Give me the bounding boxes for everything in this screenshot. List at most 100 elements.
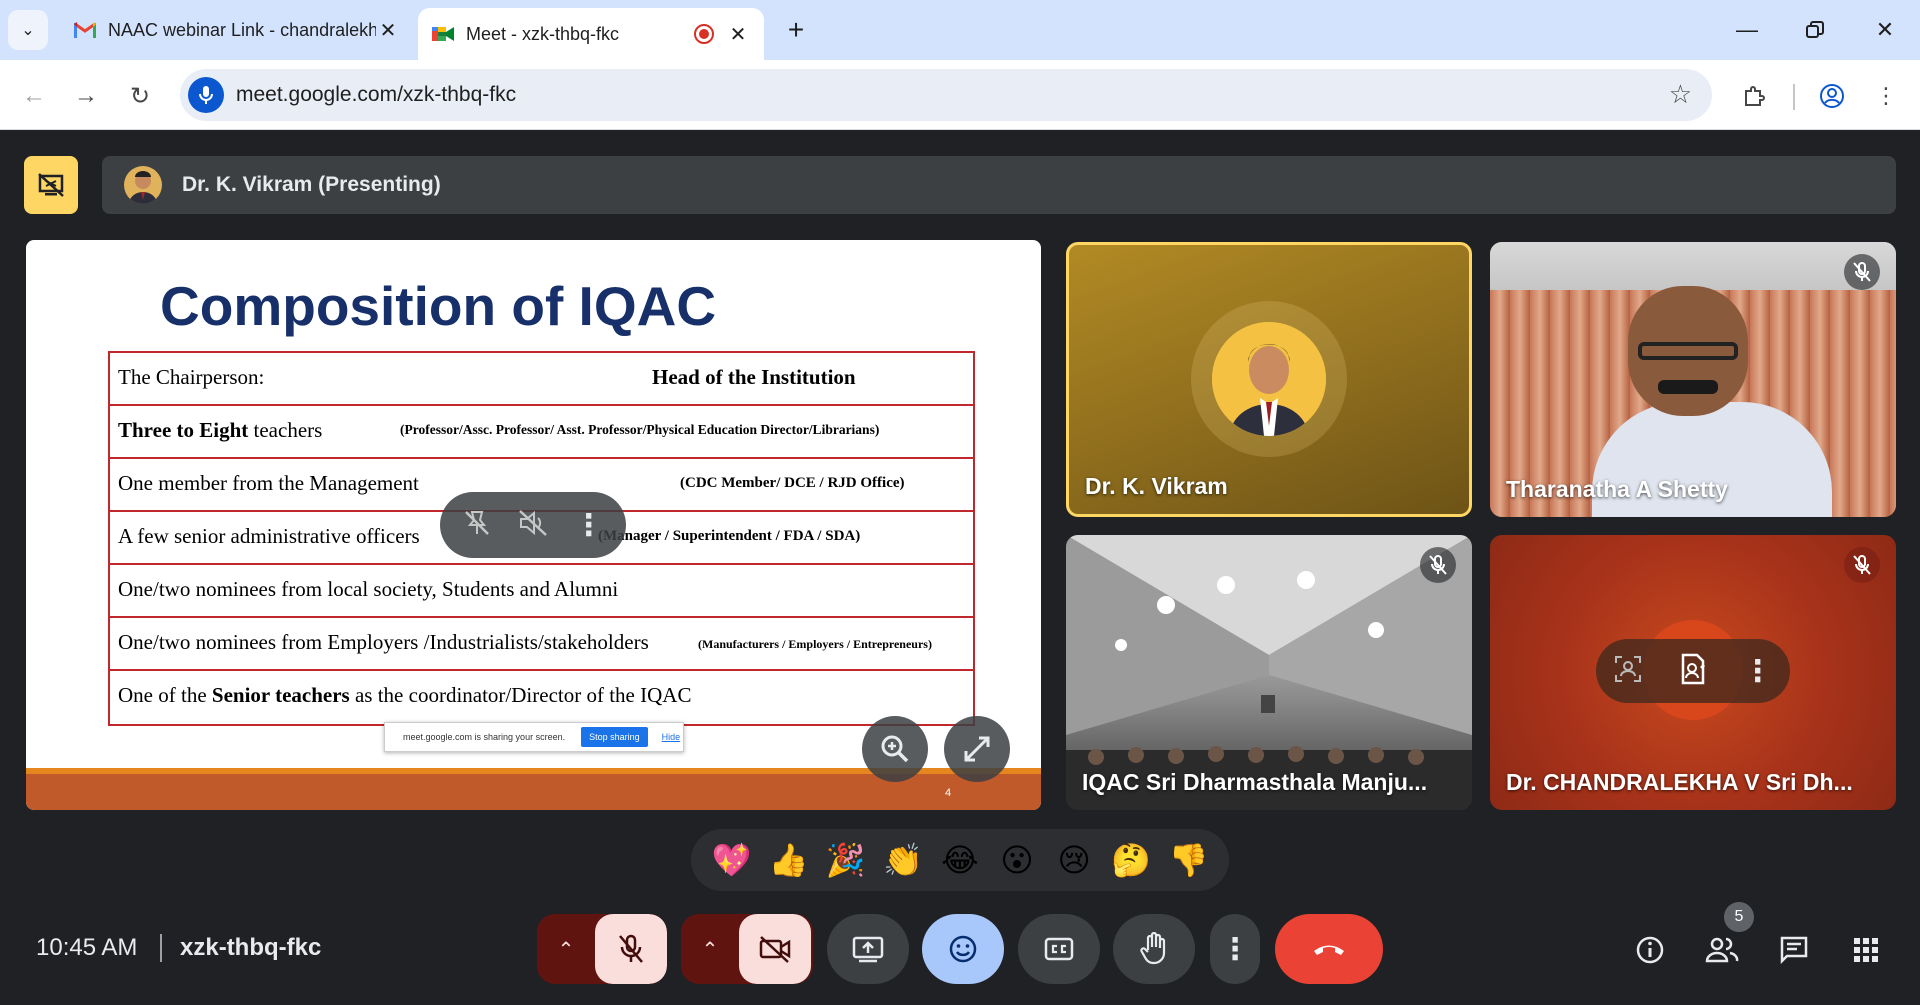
row-left: Three to Eight teachers: [118, 418, 322, 443]
chevron-down-icon: ⌄: [21, 22, 35, 39]
forward-button[interactable]: →: [66, 76, 106, 116]
reaction-surprised[interactable]: 😮: [993, 841, 1041, 879]
participant-tile[interactable]: Dr. K. Vikram: [1066, 242, 1472, 517]
bookmark-star-icon[interactable]: ☆: [1669, 79, 1692, 110]
back-button[interactable]: ←: [14, 76, 54, 116]
call-end-icon: [1314, 945, 1344, 955]
present-to-all-icon: [852, 936, 884, 963]
zoom-in-icon: [881, 735, 909, 763]
row-right: (CDC Member/ DCE / RJD Office): [680, 475, 905, 491]
address-bar[interactable]: meet.google.com/xzk-thbq-fkc ☆: [180, 69, 1712, 121]
apps-grid-icon: [1854, 938, 1878, 962]
audio-settings-button[interactable]: ⌃: [537, 914, 595, 984]
bottom-divider: [160, 934, 162, 962]
tab-gmail[interactable]: NAAC webinar Link - chandralekha ✕: [60, 8, 414, 52]
participant-name: IQAC Sri Dharmasthala Manju...: [1082, 769, 1428, 795]
reload-button[interactable]: ↻: [120, 76, 160, 116]
reaction-party-popper[interactable]: 🎉: [822, 841, 870, 879]
unpin-icon[interactable]: [462, 508, 492, 543]
minimize-button[interactable]: —: [1724, 10, 1770, 50]
chat-button[interactable]: [1774, 930, 1814, 970]
participant-name: Dr. K. Vikram: [1085, 473, 1228, 499]
chevron-up-icon: ⌃: [557, 938, 575, 961]
restore-button[interactable]: [1792, 10, 1838, 50]
camera-control: ⌃: [681, 914, 813, 984]
extensions-button[interactable]: [1734, 76, 1774, 116]
reaction-sparkling-heart[interactable]: 💖: [708, 841, 756, 879]
reaction-laughing[interactable]: 😂: [936, 841, 984, 879]
more-vert-icon[interactable]: ⋮: [574, 508, 604, 543]
close-icon[interactable]: ✕: [376, 18, 400, 43]
row-right: (Manager / Superintendent / FDA / SDA): [598, 528, 861, 544]
captions-button[interactable]: [1018, 914, 1100, 984]
mic-off-icon: [1844, 547, 1880, 583]
activities-button[interactable]: [1846, 930, 1886, 970]
stop-presenting-badge[interactable]: [24, 156, 78, 214]
camera-off-icon: [759, 936, 791, 963]
close-window-button[interactable]: ✕: [1862, 10, 1908, 50]
slide-title: Composition of IQAC: [160, 275, 717, 337]
microphone-in-use-icon[interactable]: [188, 77, 224, 113]
participant-tile[interactable]: ⋮ Dr. CHANDRALEKHA V Sri Dh...: [1490, 535, 1896, 810]
google-meet-icon: [432, 24, 454, 44]
row-left-bold: Senior teachers: [211, 683, 350, 707]
chat-icon: [1780, 936, 1808, 965]
raise-hand-button[interactable]: [1113, 914, 1195, 984]
row-left-rest: as the coordinator/Director of the IQAC: [349, 683, 692, 707]
zoom-button[interactable]: [862, 716, 928, 782]
present-off-icon: [38, 173, 64, 197]
remove-from-call-icon[interactable]: [1678, 653, 1708, 690]
reaction-clapping[interactable]: 👏: [879, 841, 927, 879]
tab-meet[interactable]: Meet - xzk-thbq-fkc ✕: [418, 8, 764, 60]
video-settings-button[interactable]: ⌃: [681, 914, 739, 984]
meeting-code: xzk-thbq-fkc: [180, 934, 322, 961]
present-screen-button[interactable]: [827, 914, 909, 984]
mic-off-icon: [619, 934, 643, 963]
participant-name: Dr. CHANDRALEKHA V Sri Dh...: [1506, 769, 1853, 795]
tab-title: Meet - xzk-thbq-fkc: [466, 23, 620, 44]
reactions-button[interactable]: [922, 914, 1004, 984]
tile-hover-controls: ⋮: [440, 492, 626, 558]
gmail-icon: [74, 21, 96, 39]
volume-off-icon[interactable]: [517, 508, 549, 543]
frame-person-icon[interactable]: [1613, 654, 1643, 689]
profile-icon: [1820, 84, 1844, 108]
camera-toggle-button[interactable]: [739, 914, 811, 984]
reaction-crying[interactable]: 😢: [1050, 841, 1098, 879]
profile-button[interactable]: [1812, 76, 1852, 116]
fullscreen-button[interactable]: [944, 716, 1010, 782]
close-icon[interactable]: ✕: [726, 22, 750, 47]
mic-toggle-button[interactable]: [595, 914, 667, 984]
browser-tab-strip: ⌄ NAAC webinar Link - chandralekha ✕ Mee…: [0, 0, 1920, 60]
hand-icon: [1140, 932, 1166, 965]
reaction-thinking[interactable]: 🤔: [1107, 841, 1155, 879]
more-vert-icon[interactable]: ⋮: [1743, 654, 1773, 689]
screen-share-notice: meet.google.com is sharing your screen. …: [384, 722, 684, 752]
tab-search-button[interactable]: ⌄: [8, 10, 48, 50]
more-options-button[interactable]: ⋮: [1210, 914, 1260, 984]
presenter-label: Dr. K. Vikram (Presenting): [182, 173, 441, 196]
new-tab-button[interactable]: +: [778, 12, 814, 48]
info-icon: [1636, 936, 1664, 964]
hide-link[interactable]: Hide: [662, 732, 681, 742]
browser-menu-button[interactable]: ⋮: [1866, 76, 1906, 116]
shared-screen[interactable]: Composition of IQAC The Chairperson: Hea…: [26, 240, 1041, 810]
row-left: One of the Senior teachers as the coordi…: [118, 683, 691, 708]
stop-sharing-button[interactable]: Stop sharing: [581, 727, 648, 747]
chevron-up-icon: ⌃: [701, 938, 719, 961]
participant-name: Tharanatha A Shetty: [1506, 476, 1728, 502]
row-right: Head of the Institution: [652, 365, 856, 389]
reaction-thumbs-down[interactable]: 👎: [1164, 841, 1212, 879]
reaction-thumbs-up[interactable]: 👍: [765, 841, 813, 879]
people-icon: [1705, 937, 1739, 963]
arrow-right-icon: →: [74, 82, 98, 109]
people-button[interactable]: [1702, 930, 1742, 970]
presenting-banner: Dr. K. Vikram (Presenting): [102, 156, 1896, 214]
leave-call-button[interactable]: [1275, 914, 1383, 984]
row-left: The Chairperson:: [118, 365, 265, 389]
expand-icon: [964, 736, 990, 762]
meeting-details-button[interactable]: [1630, 930, 1670, 970]
participant-tile[interactable]: Tharanatha A Shetty: [1490, 242, 1896, 517]
arrow-left-icon: ←: [22, 82, 46, 109]
participant-tile[interactable]: IQAC Sri Dharmasthala Manju...: [1066, 535, 1472, 810]
